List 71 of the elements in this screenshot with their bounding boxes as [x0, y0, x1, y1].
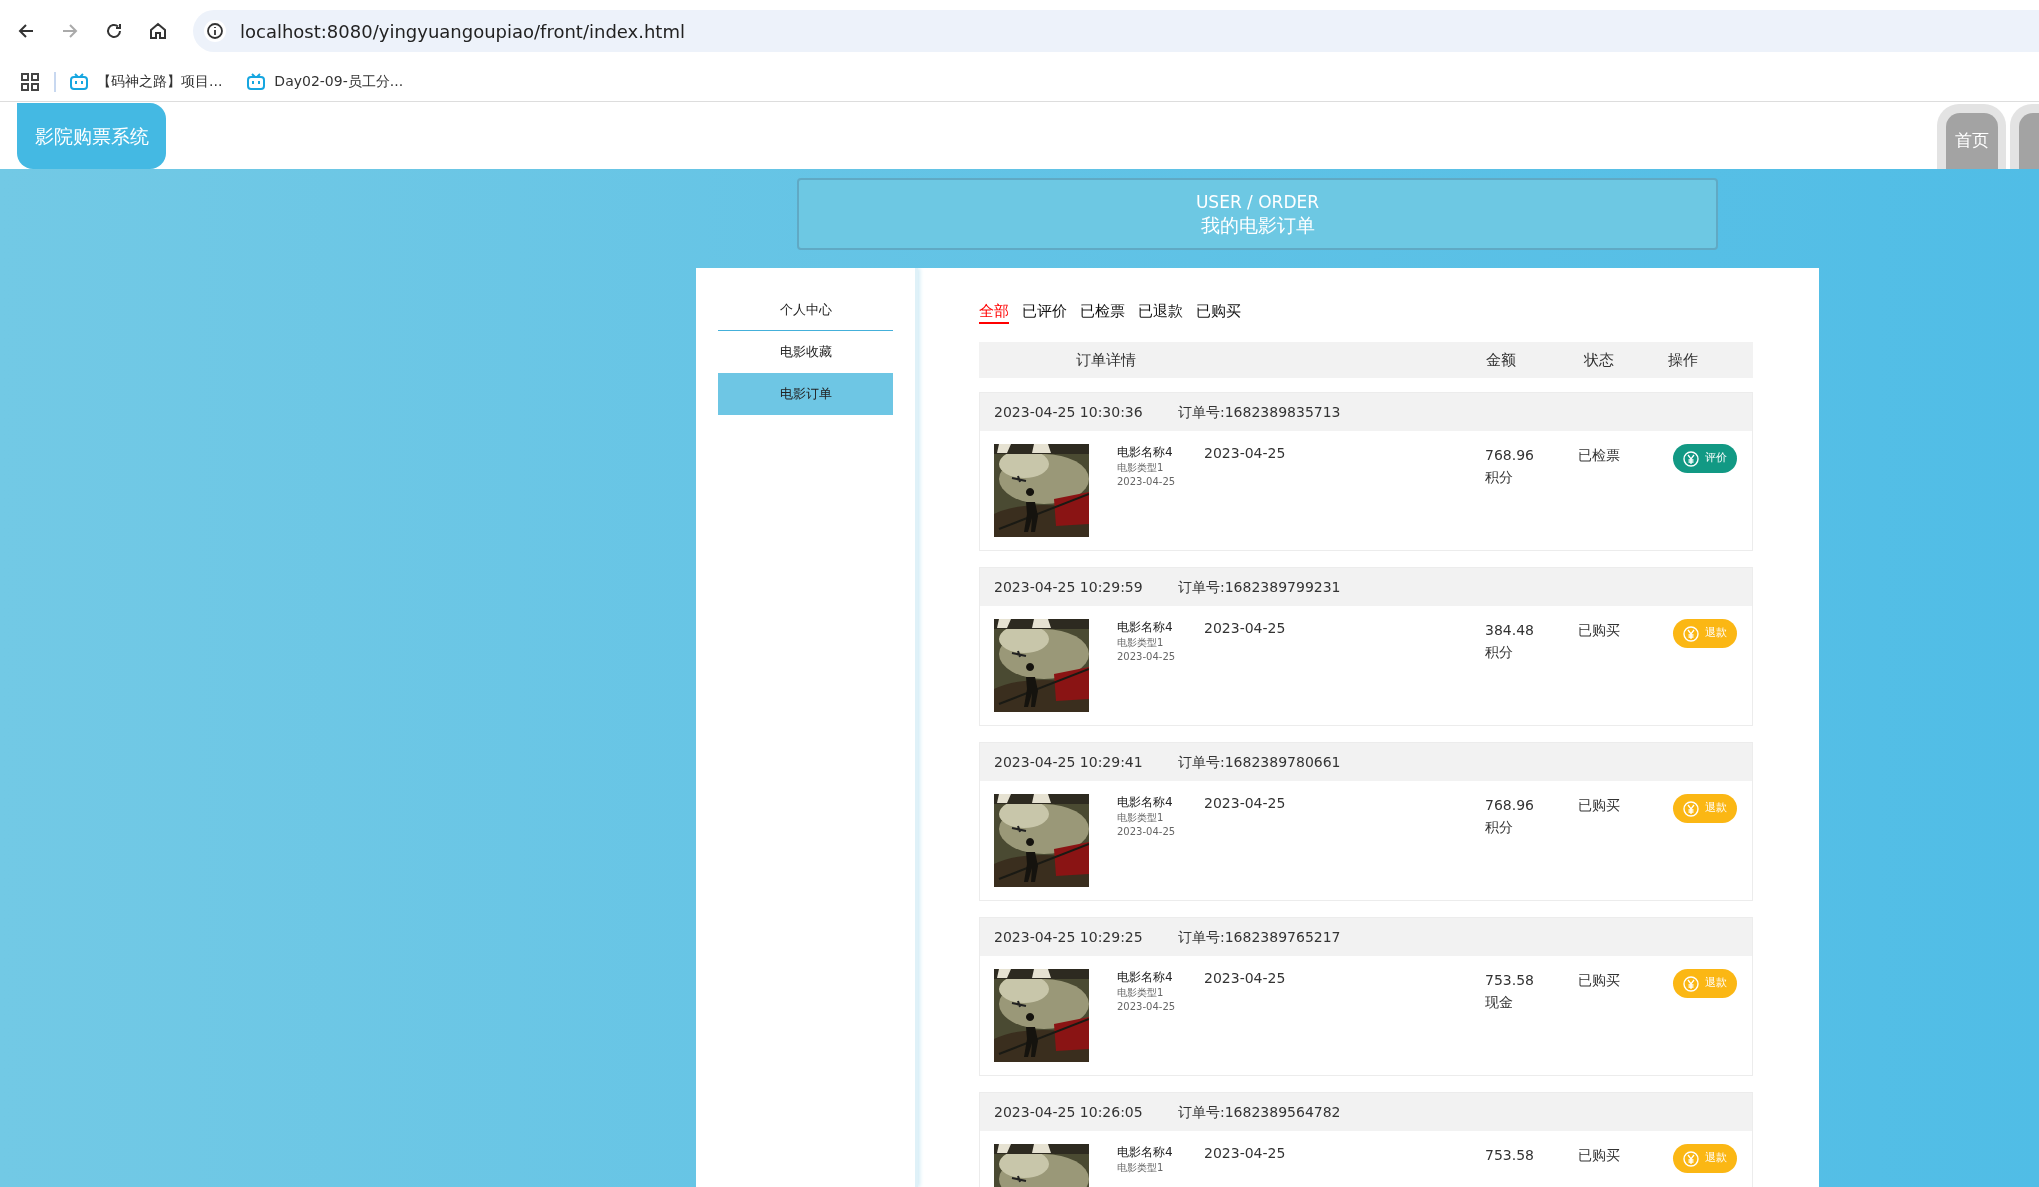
payment-method: 积分	[1485, 468, 1514, 487]
show-date: 2023-04-25	[1204, 969, 1286, 987]
bookmark-link[interactable]: Day02-09-员工分...	[274, 71, 404, 92]
order-time: 2023-04-25 10:30:36	[994, 402, 1144, 422]
column-header: 操作	[1668, 350, 1698, 369]
order-amount: 753.58	[1485, 1146, 1535, 1165]
show-date: 2023-04-25	[1204, 794, 1286, 812]
order-status: 已购买	[1578, 1147, 1620, 1163]
order-time: 2023-04-25 10:29:59	[994, 577, 1144, 597]
order-time: 2023-04-25 10:26:05	[994, 1102, 1144, 1122]
yen-icon	[1683, 625, 1699, 642]
column-header: 金额	[1486, 350, 1516, 369]
filter-tab[interactable]: 已退款	[1138, 300, 1183, 322]
release-date: 2023-04-25	[1117, 475, 1177, 489]
order-amount: 384.48	[1485, 621, 1535, 640]
home-icon[interactable]	[148, 21, 168, 41]
reload-icon[interactable]	[104, 21, 124, 41]
release-date: 2023-04-25	[1117, 825, 1177, 839]
order-status: 已检票	[1578, 447, 1620, 463]
show-date: 2023-04-25	[1204, 1144, 1286, 1162]
tv-icon	[247, 73, 266, 90]
order-number: 订单号:1682389835713	[1178, 402, 1341, 422]
column-header: 状态	[1584, 350, 1614, 369]
payment-method: 现金	[1485, 993, 1514, 1012]
yen-icon	[1683, 1150, 1699, 1167]
filter-tab[interactable]: 已购买	[1196, 300, 1241, 322]
apps-icon[interactable]	[21, 72, 39, 91]
movie-name: 电影名称4	[1117, 794, 1174, 811]
filter-tab[interactable]: 已检票	[1080, 300, 1125, 322]
movie-name: 电影名称4	[1117, 1144, 1174, 1161]
order-status: 已购买	[1578, 972, 1620, 988]
filter-tab[interactable]: 已评价	[1022, 300, 1067, 322]
order-number: 订单号:1682389780661	[1178, 752, 1341, 772]
movie-name: 电影名称4	[1117, 444, 1174, 461]
release-date: 2023-04-25	[1117, 1000, 1177, 1014]
order-amount: 768.96	[1485, 796, 1535, 815]
show-date: 2023-04-25	[1204, 444, 1286, 462]
movie-type: 电影类型1	[1117, 1161, 1165, 1174]
banner-title: 我的电影订单	[1200, 213, 1315, 237]
order-status: 已购买	[1578, 797, 1620, 813]
movie-name: 电影名称4	[1117, 969, 1174, 986]
show-date: 2023-04-25	[1204, 619, 1286, 637]
order-amount: 753.58	[1485, 971, 1535, 990]
release-date: 2023-04-25	[1117, 650, 1177, 664]
order-time: 2023-04-25 10:29:41	[994, 752, 1144, 772]
payment-method: 积分	[1485, 818, 1514, 837]
order-number: 订单号:1682389799231	[1178, 577, 1341, 597]
address-bar[interactable]: localhost:8080/yingyuangoupiao/front/index.html	[193, 10, 2039, 52]
movie-type: 电影类型1	[1117, 986, 1165, 999]
order-status: 已购买	[1578, 622, 1620, 638]
tv-icon	[70, 73, 88, 90]
order-time: 2023-04-25 10:29:25	[994, 927, 1144, 947]
yen-icon	[1683, 800, 1699, 817]
filter-tab[interactable]: 全部	[979, 300, 1009, 324]
order-amount: 768.96	[1485, 446, 1535, 465]
column-header: 订单详情	[1076, 350, 1136, 369]
order-number: 订单号:1682389564782	[1178, 1102, 1341, 1122]
movie-name: 电影名称4	[1117, 619, 1174, 636]
url-text: localhost:8080/yingyuangoupiao/front/index.html	[240, 19, 685, 44]
payment-method: 积分	[1485, 643, 1514, 662]
banner-subtitle: USER / ORDER	[1195, 191, 1320, 213]
bookmark-link[interactable]: 【码神之路】项目...	[97, 71, 223, 92]
movie-type: 电影类型1	[1117, 636, 1165, 649]
movie-type: 电影类型1	[1117, 811, 1165, 824]
info-icon[interactable]	[203, 19, 227, 43]
order-number: 订单号:1682389765217	[1178, 927, 1341, 947]
sidebar-item[interactable]: 电影订单	[718, 373, 893, 415]
movie-type: 电影类型1	[1117, 461, 1165, 474]
yen-icon	[1683, 450, 1699, 467]
yen-icon	[1683, 975, 1699, 992]
review-button[interactable]: 评价	[1673, 444, 1737, 473]
